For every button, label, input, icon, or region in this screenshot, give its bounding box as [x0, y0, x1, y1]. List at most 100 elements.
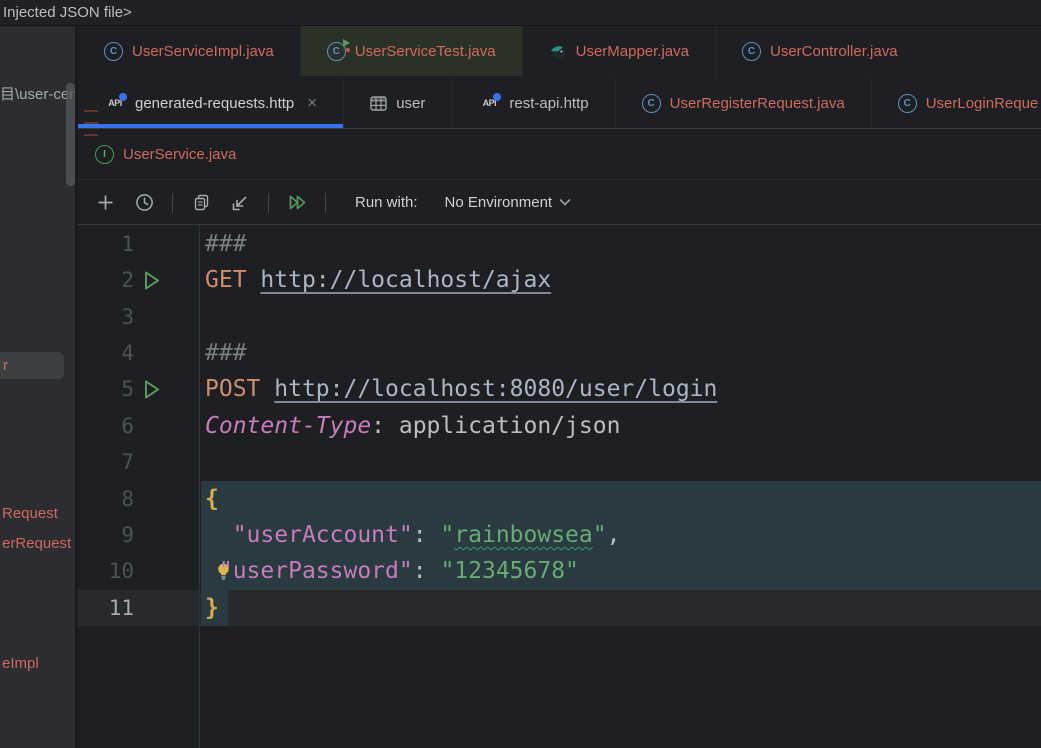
code-line-5[interactable]: POST http://localhost:8080/user/login — [205, 371, 717, 407]
tab-usermapper[interactable]: UserMapper.java — [522, 26, 715, 76]
class-icon: C — [104, 42, 123, 61]
code-line-8[interactable]: { — [205, 481, 219, 517]
tab-usercontroller[interactable]: C UserController.java — [715, 26, 924, 76]
panel-scrollbar[interactable] — [66, 83, 75, 186]
code-segment: rainbowsea — [454, 522, 592, 548]
code-segment: : — [413, 522, 441, 548]
table-icon — [370, 96, 387, 111]
tab-bar-middle: API generated-requests.http × user API r… — [78, 78, 1041, 128]
hint-bar: Injected JSON file> — [0, 0, 1041, 26]
import-requests-button[interactable] — [227, 190, 253, 216]
line-number-4: 4 — [78, 335, 134, 371]
code-segment: ### — [205, 340, 247, 366]
mapper-icon — [549, 43, 567, 60]
code-segment: http://localhost/ajax — [260, 267, 551, 293]
run-all-requests-button[interactable] — [284, 190, 310, 216]
code-segment: { — [205, 486, 219, 512]
http-file-icon: API — [104, 95, 126, 112]
tab-userloginrequest[interactable]: C UserLoginReque — [871, 78, 1041, 128]
tab-row-divider — [78, 179, 1041, 180]
code-segment: Content-Type — [205, 413, 371, 439]
code-line-4[interactable]: ### — [205, 335, 247, 371]
close-icon[interactable]: × — [307, 93, 317, 113]
tab-label: user — [396, 95, 425, 112]
code-segment: "userAccount" — [233, 522, 413, 548]
code-segment — [260, 376, 274, 402]
run-request-icon-line-5[interactable] — [140, 371, 162, 407]
toolbar-separator — [268, 193, 269, 213]
line-number-1: 1 — [78, 226, 134, 262]
line-number-7: 7 — [78, 444, 134, 480]
tab-label: UserServiceImpl.java — [132, 43, 274, 60]
editor-pane: C UserServiceImpl.java C UserServiceTest… — [78, 26, 1041, 748]
http-toolbar: Run with: No Environment — [78, 181, 1041, 224]
code-line-11[interactable]: } — [205, 590, 219, 626]
code-segment: "userPassword" — [219, 558, 413, 584]
code-segment — [205, 558, 219, 584]
code-segment: } — [205, 595, 219, 621]
tab-generated-requests[interactable]: API generated-requests.http × — [78, 78, 343, 128]
tab-userregisterrequest[interactable]: C UserRegisterRequest.java — [615, 78, 871, 128]
line-number-3: 3 — [78, 299, 134, 335]
test-class-icon: C — [327, 42, 346, 61]
http-file-icon: API — [478, 95, 500, 112]
code-line-10[interactable]: "userPassword": "12345678" — [205, 553, 579, 589]
code-segment: : application/json — [371, 413, 620, 439]
tab-bar-bottom: I UserService.java — [78, 130, 1041, 179]
tab-label: UserController.java — [770, 43, 898, 60]
tree-item[interactable]: Request — [2, 505, 58, 522]
line-number-11: 11 — [78, 590, 134, 626]
code-segment: "12345678" — [440, 558, 578, 584]
line-number-8: 8 — [78, 481, 134, 517]
code-segment — [247, 267, 261, 293]
code-line-6[interactable]: Content-Type: application/json — [205, 408, 620, 444]
line-number-6: 6 — [78, 408, 134, 444]
tab-label: UserService.java — [123, 146, 236, 163]
code-segment — [205, 522, 233, 548]
tab-userservice[interactable]: I UserService.java — [78, 130, 262, 179]
interface-icon: I — [95, 145, 114, 164]
toolbar-separator — [172, 193, 173, 213]
environment-value: No Environment — [445, 194, 553, 211]
copy-request-button[interactable] — [188, 190, 214, 216]
tree-item[interactable]: eImpl — [2, 655, 39, 672]
line-number-5: 5 — [78, 371, 134, 407]
tab-row-divider — [78, 128, 1041, 129]
gutter-separator — [199, 225, 200, 748]
code-segment: " — [593, 522, 607, 548]
code-editor[interactable]: 1234567891011 ###GET http://localhost/aj… — [78, 225, 1041, 748]
code-segment: : — [413, 558, 441, 584]
run-request-icon-line-2[interactable] — [140, 262, 162, 298]
class-icon: C — [898, 94, 917, 113]
code-line-1[interactable]: ### — [205, 226, 247, 262]
code-line-2[interactable]: GET http://localhost/ajax — [205, 262, 551, 298]
add-request-button[interactable] — [92, 190, 118, 216]
hint-text: Injected JSON file> — [3, 4, 132, 21]
tab-label: rest-api.http — [509, 95, 588, 112]
tree-item-hovered[interactable]: r — [0, 352, 64, 379]
tab-rest-api[interactable]: API rest-api.http — [451, 78, 614, 128]
line-number-9: 9 — [78, 517, 134, 553]
tab-userservicetest[interactable]: C UserServiceTest.java — [300, 26, 522, 76]
tab-userserviceimpl[interactable]: C UserServiceImpl.java — [78, 26, 300, 76]
code-segment: GET — [205, 267, 247, 293]
tab-label: UserMapper.java — [576, 43, 689, 60]
line-number-2: 2 — [78, 262, 134, 298]
code-line-9[interactable]: "userAccount": "rainbowsea", — [205, 517, 620, 553]
code-segment: http://localhost:8080/user/login — [274, 376, 717, 402]
tab-label: UserRegisterRequest.java — [670, 95, 845, 112]
tab-user-table[interactable]: user — [343, 78, 451, 128]
class-icon: C — [742, 42, 761, 61]
toolbar-separator — [325, 193, 326, 213]
project-panel[interactable]: 目\user-cent r Request erRequest eImpl — [0, 26, 78, 748]
code-segment: ### — [205, 231, 247, 257]
tree-item[interactable]: erRequest — [2, 535, 71, 552]
tab-bar-top: C UserServiceImpl.java C UserServiceTest… — [78, 26, 1041, 76]
environment-dropdown[interactable]: No Environment — [445, 194, 572, 211]
code-segment: , — [607, 522, 621, 548]
history-button[interactable] — [131, 190, 157, 216]
tab-label: generated-requests.http — [135, 95, 294, 112]
run-with-label: Run with: — [355, 194, 418, 211]
tab-label: UserLoginReque — [926, 95, 1039, 112]
chevron-down-icon — [559, 198, 571, 207]
